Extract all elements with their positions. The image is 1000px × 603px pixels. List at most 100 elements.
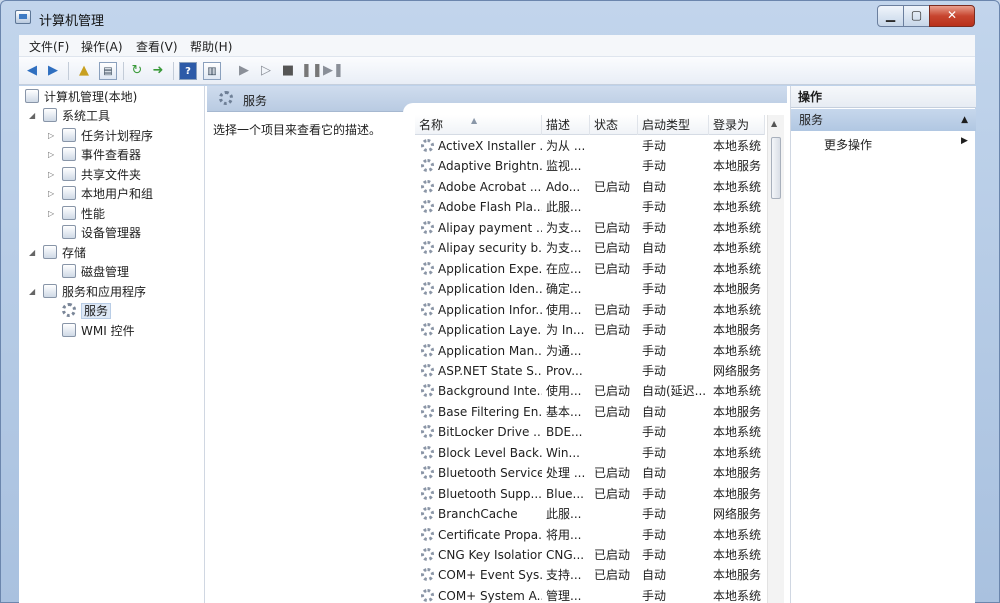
column-header-desc[interactable]: 描述 (542, 115, 590, 135)
start-service-alt-icon[interactable]: ▷ (257, 62, 275, 80)
service-row[interactable]: Adobe Acrobat ... Ado... 已启动 自动 本地系统 (415, 177, 765, 197)
start-service-icon[interactable]: ▶ (235, 62, 253, 80)
service-name-text: Application Iden... (438, 282, 542, 297)
service-row[interactable]: Adaptive Brightn... 监视... 手动 本地服务 (415, 156, 765, 176)
maximize-button[interactable]: ▢ (903, 5, 930, 27)
collapse-arrow-icon[interactable]: ◢ (29, 283, 35, 301)
service-row[interactable]: ActiveX Installer ... 为从 ... 手动 本地系统 (415, 136, 765, 156)
service-name-text: CNG Key Isolation (438, 548, 542, 562)
scroll-thumb[interactable] (771, 137, 781, 199)
column-header-startup[interactable]: 启动类型 (638, 115, 709, 135)
column-header-state[interactable]: 状态 (590, 115, 638, 135)
close-button[interactable]: ✕ (929, 5, 975, 27)
tree-services-apps[interactable]: ◢ 服务和应用程序 (29, 283, 147, 301)
service-row[interactable]: ASP.NET State S... Prov... 手动 网络服务 (415, 361, 765, 381)
collapse-arrow-icon[interactable]: ◢ (29, 107, 35, 125)
service-name-text: ASP.NET State S... (438, 363, 542, 378)
service-row[interactable]: Application Laye... 为 In... 已启动 手动 本地服务 (415, 320, 765, 340)
column-header-name[interactable]: 名称 ▲ (415, 115, 542, 135)
pause-service-icon[interactable]: ❚❚ (301, 62, 323, 80)
service-row[interactable]: Base Filtering En... 基本... 已启动 自动 本地服务 (415, 402, 765, 422)
service-name-text: Bluetooth Supp... (438, 486, 542, 501)
show-hide-tree-icon[interactable]: ▤ (99, 62, 117, 80)
service-name-text: Certificate Propa... (438, 527, 542, 542)
service-description: 为 In... (546, 323, 585, 338)
expand-arrow-icon[interactable]: ▷ (48, 127, 54, 145)
service-description: 为通... (546, 343, 582, 358)
service-row[interactable]: BranchCache 此服... 手动 网络服务 (415, 504, 765, 524)
service-row[interactable]: COM+ Event Sys... 支持... 已启动 自动 本地服务 (415, 565, 765, 585)
service-description: 支持... (546, 568, 582, 583)
service-name: Adobe Flash Pla... (415, 197, 542, 217)
tree-device-manager[interactable]: 设备管理器 (62, 224, 141, 242)
service-gear-icon (421, 302, 434, 316)
vertical-scrollbar[interactable]: ▲ (767, 115, 784, 603)
help-icon[interactable]: ? (179, 62, 197, 80)
service-logon: 本地服务 (713, 159, 762, 174)
service-description: 为从 ... (546, 139, 586, 153)
service-row[interactable]: Bluetooth Service 处理 ... 已启动 自动 本地服务 (415, 463, 765, 483)
scroll-up-icon[interactable]: ▲ (771, 119, 777, 128)
service-logon: 本地系统 (713, 220, 762, 235)
service-logon: 本地系统 (713, 302, 762, 317)
service-row[interactable]: Background Inte... 使用... 已启动 自动(延迟... 本地系统 (415, 381, 765, 401)
service-row[interactable]: BitLocker Drive ... BDE... 手动 本地系统 (415, 422, 765, 442)
expand-arrow-icon[interactable]: ▷ (48, 205, 54, 223)
service-row[interactable]: COM+ System A... 管理... 手动 本地系统 (415, 586, 765, 603)
actions-section-services[interactable]: 服务 ▲ (791, 109, 976, 131)
expand-arrow-icon[interactable]: ▷ (48, 146, 54, 164)
service-row[interactable]: Adobe Flash Pla... 此服... 手动 本地系统 (415, 197, 765, 217)
service-row[interactable]: Block Level Back... Win... 手动 本地系统 (415, 443, 765, 463)
tree-system-tools[interactable]: ◢ 系统工具 (29, 107, 110, 125)
tree-services[interactable]: 服务 (62, 302, 112, 320)
menu-action[interactable]: 操作(A) (81, 38, 123, 55)
tree-services-apps-label: 服务和应用程序 (62, 285, 147, 299)
forward-arrow-icon[interactable]: ▶ (44, 62, 62, 80)
up-folder-icon[interactable]: ▲ (75, 62, 93, 80)
export-list-icon[interactable]: ➜ (149, 62, 167, 80)
menu-view[interactable]: 查看(V) (136, 38, 178, 55)
service-row[interactable]: Certificate Propa... 将用... 手动 本地系统 (415, 525, 765, 545)
stop-service-icon[interactable]: ■ (279, 62, 297, 80)
tree-performance[interactable]: ▷ 性能 (48, 205, 105, 223)
tree-shared-folders[interactable]: ▷ 共享文件夹 (48, 166, 141, 184)
expand-arrow-icon[interactable]: ▷ (48, 166, 54, 184)
service-name-text: Adobe Flash Pla... (438, 200, 542, 215)
service-row[interactable]: Alipay payment ... 为支... 已启动 手动 本地系统 (415, 218, 765, 238)
more-actions-item[interactable]: 更多操作 (824, 136, 872, 153)
service-name-text: Application Infor... (438, 302, 542, 317)
tree-task-scheduler[interactable]: ▷ 任务计划程序 (48, 127, 153, 145)
collapse-up-icon[interactable]: ▲ (961, 109, 968, 131)
service-row[interactable]: Application Expe... 在应... 已启动 手动 本地系统 (415, 259, 765, 279)
tree-event-viewer[interactable]: ▷ 事件查看器 (48, 146, 141, 164)
show-action-pane-icon[interactable]: ▥ (203, 62, 221, 80)
minimize-button[interactable]: ▁ (877, 5, 904, 27)
menu-help[interactable]: 帮助(H) (190, 38, 232, 55)
service-row[interactable]: CNG Key Isolation CNG... 已启动 手动 本地系统 (415, 545, 765, 565)
expand-arrow-icon[interactable]: ▷ (48, 185, 54, 203)
service-name: COM+ Event Sys... (415, 565, 542, 585)
service-logon: 本地系统 (713, 343, 762, 358)
tree-root[interactable]: 计算机管理(本地) (25, 88, 137, 106)
service-row[interactable]: Application Infor... 使用... 已启动 手动 本地系统 (415, 300, 765, 320)
service-startup-type: 手动 (642, 323, 667, 338)
menu-file[interactable]: 文件(F) (29, 38, 69, 55)
column-header-logon[interactable]: 登录为 (709, 115, 765, 135)
refresh-icon[interactable]: ↻ (128, 62, 146, 80)
service-row[interactable]: Application Iden... 确定... 手动 本地服务 (415, 279, 765, 299)
service-gear-icon (421, 425, 434, 439)
restart-service-icon[interactable]: ▶❚ (323, 62, 344, 80)
collapse-arrow-icon[interactable]: ◢ (29, 244, 35, 262)
service-description: BDE... (546, 425, 583, 440)
title-bar[interactable]: 计算机管理 ▁ ▢ ✕ (1, 1, 999, 35)
service-row[interactable]: Bluetooth Supp... Blue... 已启动 手动 本地服务 (415, 484, 765, 504)
tree-disk-management[interactable]: 磁盘管理 (62, 263, 129, 281)
tree-storage[interactable]: ◢ 存储 (29, 244, 86, 262)
back-arrow-icon[interactable]: ◀ (23, 62, 41, 80)
tree-local-users[interactable]: ▷ 本地用户和组 (48, 185, 153, 203)
service-logon: 本地系统 (713, 548, 762, 562)
service-row[interactable]: Alipay security b... 为支... 已启动 自动 本地系统 (415, 238, 765, 258)
service-row[interactable]: Application Man... 为通... 手动 本地系统 (415, 341, 765, 361)
service-gear-icon (421, 588, 434, 602)
tree-wmi[interactable]: WMI 控件 (62, 322, 135, 340)
